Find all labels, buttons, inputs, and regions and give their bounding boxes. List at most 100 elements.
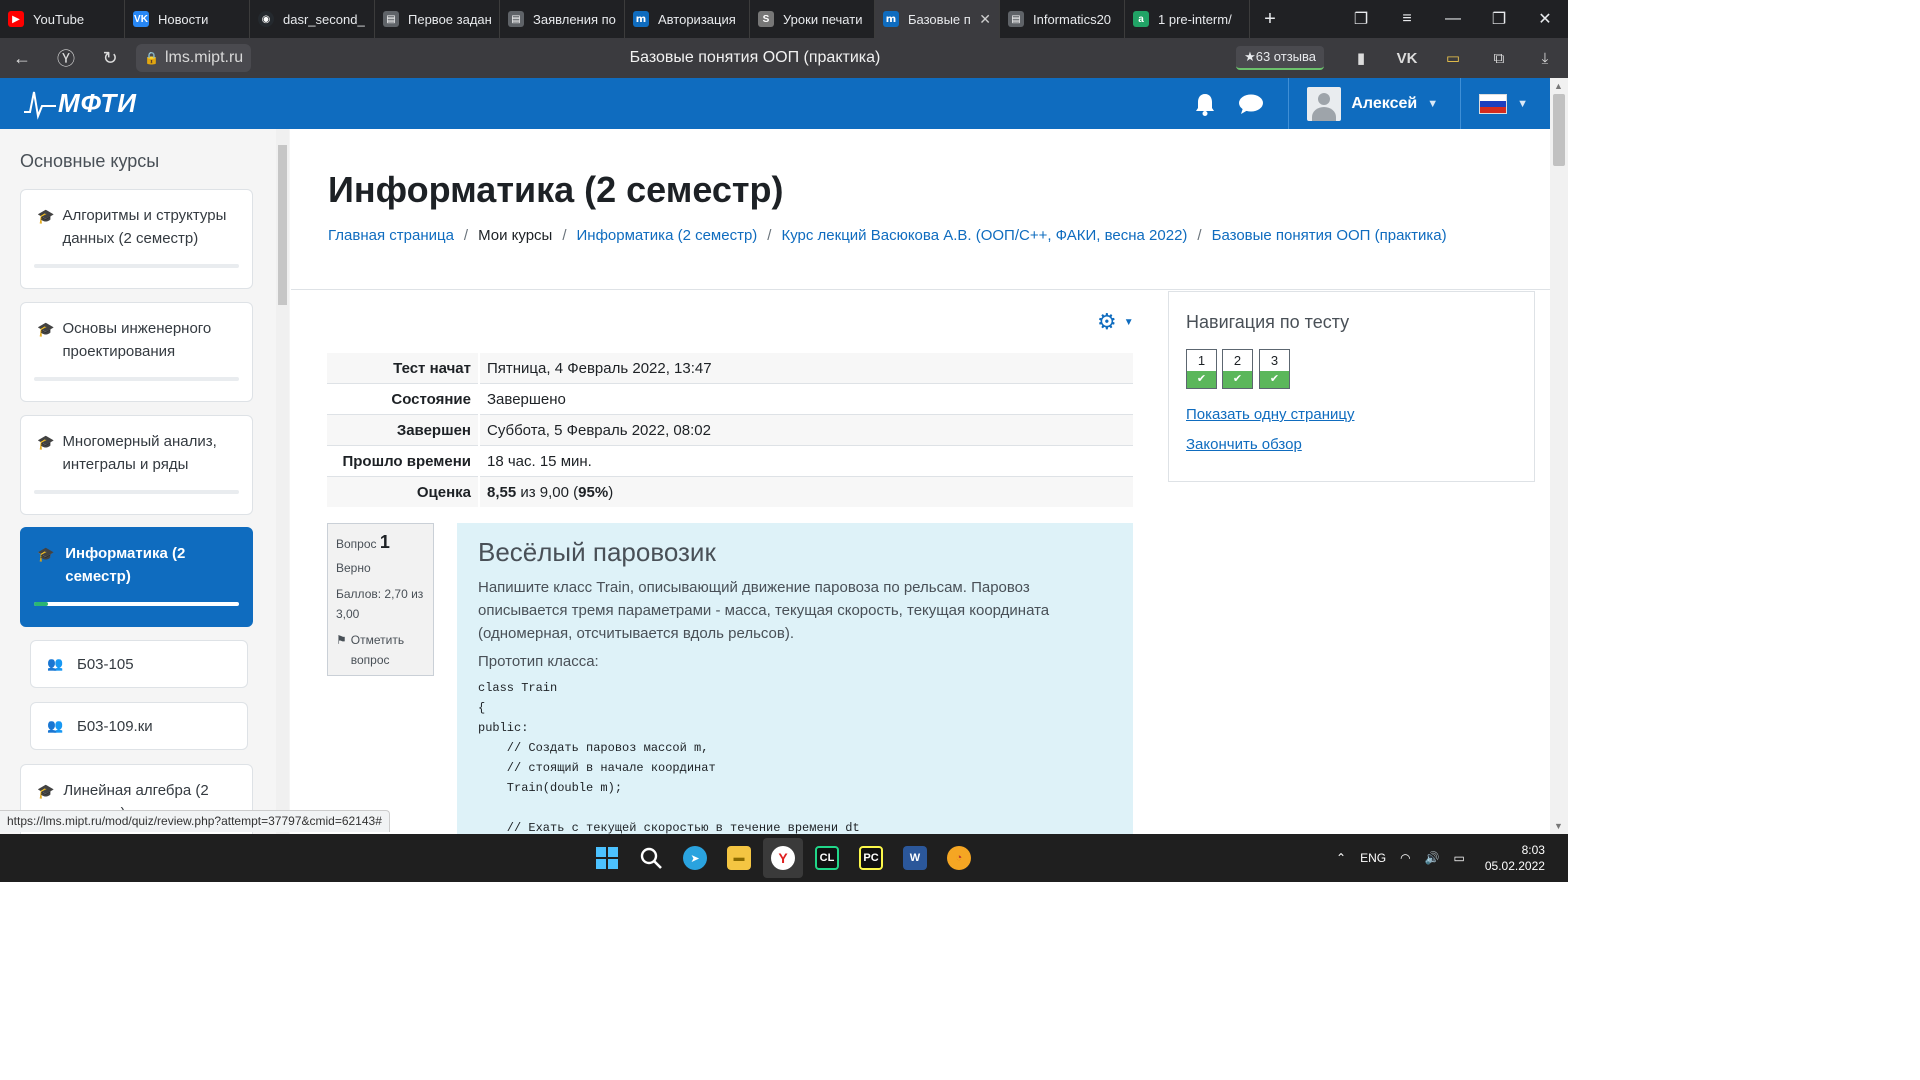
tab-label: Базовые п <box>908 11 971 27</box>
language-indicator[interactable]: ENG <box>1360 851 1386 865</box>
lock-icon: 🔒 <box>144 51 159 65</box>
tab-label: Informatics20 <box>1033 11 1112 27</box>
clion-icon[interactable]: CL <box>807 838 847 878</box>
chevron-up-icon[interactable]: ⌃ <box>1336 851 1346 865</box>
breadcrumb-link[interactable]: Курс лекций Васюкова А.В. (ООП/С++, ФАКИ… <box>781 227 1187 244</box>
tab-label: Первое задан <box>408 11 491 27</box>
scrollbar-thumb[interactable] <box>1553 94 1565 166</box>
reload-icon[interactable]: ↻ <box>88 48 132 69</box>
show-one-page-link[interactable]: Показать одну страницу <box>1186 406 1354 423</box>
browser-tab[interactable]: ▤ Заявления по <box>500 0 625 38</box>
browser-tab[interactable]: VK Новости <box>125 0 250 38</box>
browser-tab[interactable]: a 1 pre-interm/ <box>1125 0 1250 38</box>
battery-saver-icon[interactable]: ▭ <box>1430 49 1476 67</box>
scroll-up-icon[interactable]: ▲ <box>1554 81 1563 91</box>
chevron-down-icon: ▼ <box>1427 97 1439 110</box>
tab-label: 1 pre-interm/ <box>1158 11 1232 27</box>
download-icon[interactable]: ⤓ <box>1522 50 1568 67</box>
settings-menu-button[interactable]: ⚙ ▼ <box>1097 309 1134 335</box>
attempt-summary-table: Тест начат Пятница, 4 Февраль 2022, 13:47… <box>327 353 1133 507</box>
browser-tab-active[interactable]: ⅿ Базовые п ✕ <box>875 0 1000 38</box>
chat-icon[interactable] <box>1228 78 1274 129</box>
main-content: Информатика (2 семестр) Главная страница… <box>291 129 1550 834</box>
close-tab-icon[interactable]: ✕ <box>979 11 991 28</box>
site-logo[interactable]: МФТИ <box>22 86 137 122</box>
finish-review-link[interactable]: Закончить обзор <box>1186 436 1302 453</box>
pycharm-icon[interactable]: PC <box>851 838 891 878</box>
group-item[interactable]: 👥 Б03-109.ки <box>30 702 248 750</box>
course-card[interactable]: 🎓 Многомерный анализ, интегралы и ряды <box>20 415 253 515</box>
url-field[interactable]: 🔒 lms.mipt.ru <box>136 44 252 72</box>
wifi-icon[interactable]: ◠ <box>1400 851 1410 865</box>
graduation-cap-icon: 🎓 <box>37 321 55 337</box>
chevron-down-icon: ▼ <box>1517 97 1528 110</box>
browser-tab[interactable]: ▤ Первое задан <box>375 0 500 38</box>
breadcrumb-link[interactable]: Информатика (2 семестр) <box>577 227 758 244</box>
telegram-icon[interactable]: ➤ <box>675 838 715 878</box>
course-card[interactable]: 🎓 Основы инженерного проектирования <box>20 302 253 402</box>
gear-icon: ⚙ <box>1097 309 1117 334</box>
code-block: class Train { public: // Создать паровоз… <box>478 681 860 834</box>
breadcrumb-link[interactable]: Базовые понятия ООП (практика) <box>1212 227 1447 244</box>
breadcrumb: Главная страница / Мои курсы / Информати… <box>328 227 1447 244</box>
page-title: Информатика (2 семестр) <box>328 169 784 210</box>
summary-label: Завершен <box>327 414 480 446</box>
scroll-down-icon[interactable]: ▼ <box>1554 821 1563 831</box>
course-card-active[interactable]: 🎓 Информатика (2 семестр) <box>20 527 253 627</box>
site-navbar: МФТИ Алексей ▼ ▼ <box>0 78 1550 129</box>
quiz-nav-number: 3 <box>1270 353 1279 368</box>
menu-icon[interactable]: ≡ <box>1384 0 1430 38</box>
minimize-icon[interactable]: — <box>1430 0 1476 38</box>
course-card[interactable]: 🎓 Алгоритмы и структуры данных (2 семестр… <box>20 189 253 289</box>
yandex-browser-icon[interactable]: Y <box>763 838 803 878</box>
graduation-cap-icon: 🎓 <box>37 434 55 450</box>
breadcrumb-separator: / <box>562 227 567 244</box>
quiz-nav-button[interactable]: 2 ✔ <box>1222 349 1253 389</box>
flag-question-button[interactable]: ⚑ Отметить вопрос <box>336 630 425 670</box>
summary-label: Состояние <box>327 383 480 415</box>
tab-label: dasr_second_ <box>283 11 365 27</box>
quiz-nav-button[interactable]: 1 ✔ <box>1186 349 1217 389</box>
browser-tab[interactable]: ◉ dasr_second_ <box>250 0 375 38</box>
yandex-icon[interactable]: Ⓨ <box>44 45 88 71</box>
breadcrumb-link[interactable]: Главная страница <box>328 227 454 244</box>
close-window-icon[interactable]: ✕ <box>1522 0 1568 38</box>
bell-icon[interactable] <box>1182 78 1228 129</box>
summary-row: Завершен Суббота, 5 Февраль 2022, 08:02 <box>327 414 1133 446</box>
quiz-navigation: Навигация по тесту 1 ✔ 2 ✔ 3 ✔ Показать одн… <box>1168 291 1535 482</box>
new-tab-button[interactable]: + <box>1250 0 1290 38</box>
language-menu[interactable]: ▼ <box>1461 78 1550 129</box>
quiz-nav-number: 2 <box>1233 353 1242 368</box>
group-item[interactable]: 👥 Б03-105 <box>30 640 248 688</box>
browser-tab[interactable]: ▤ Informatics20 <box>1000 0 1125 38</box>
search-icon[interactable] <box>631 838 671 878</box>
drawer-scrollbar[interactable] <box>276 129 289 834</box>
breadcrumb-item: Мои курсы <box>478 227 553 244</box>
user-menu[interactable]: Алексей ▼ <box>1288 78 1462 129</box>
logo-text: МФТИ <box>58 88 137 118</box>
browser-tab[interactable]: ▶ YouTube <box>0 0 125 38</box>
app-icon[interactable]: ◔ <box>939 838 979 878</box>
question-marks: Баллов: 2,70 из 3,00 <box>336 587 424 621</box>
quiz-nav-button[interactable]: 3 ✔ <box>1259 349 1290 389</box>
page-scrollbar[interactable]: ▲ ▼ <box>1550 78 1568 834</box>
browser-tab[interactable]: ⅿ Авторизация <box>625 0 750 38</box>
file-explorer-icon[interactable]: ▬ <box>719 838 759 878</box>
browser-tab[interactable]: S Уроки печати <box>750 0 875 38</box>
word-icon[interactable]: W <box>895 838 935 878</box>
volume-icon[interactable]: 🔊 <box>1425 851 1440 865</box>
back-icon[interactable]: ← <box>0 48 44 69</box>
vk-extension-icon[interactable]: VK <box>1384 50 1430 67</box>
bookmark-icon[interactable]: ▮ <box>1338 49 1384 67</box>
battery-icon[interactable]: ▭ <box>1454 851 1465 865</box>
restore-icon[interactable]: ❐ <box>1476 0 1522 38</box>
start-icon[interactable] <box>587 838 627 878</box>
question-number: 1 <box>379 532 390 552</box>
tab-list-icon[interactable]: ❐ <box>1338 0 1384 38</box>
progress-bar <box>34 377 239 381</box>
scrollbar-thumb[interactable] <box>278 145 287 305</box>
reviews-badge[interactable]: ★63 отзыва <box>1236 46 1324 70</box>
clock[interactable]: 8:03 05.02.2022 <box>1485 842 1545 874</box>
translate-icon[interactable]: ⧉ <box>1476 50 1522 67</box>
group-label: Б03-109.ки <box>77 717 153 735</box>
